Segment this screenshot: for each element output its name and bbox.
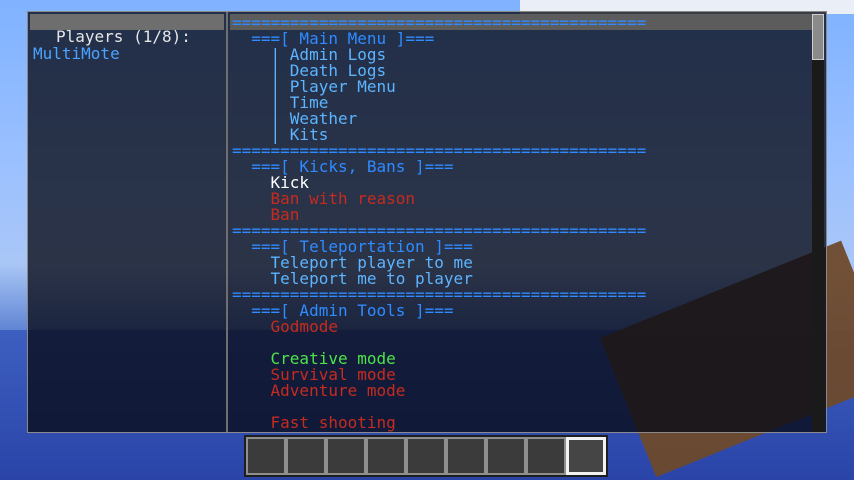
hotbar-slot[interactable] [526,437,566,475]
admin-menu-panel: Players (1/8): MultiMote ===============… [27,11,827,433]
hotbar-slot[interactable] [326,437,366,475]
players-panel: Players (1/8): MultiMote [28,12,228,432]
hotbar-slot[interactable] [406,437,446,475]
menu-item[interactable]: Fast shooting [232,415,396,431]
hotbar-slot[interactable] [366,437,406,475]
hotbar-slot[interactable] [246,437,286,475]
players-title: Players (1/8): [56,27,191,46]
menu-item[interactable]: Adventure mode [232,383,406,399]
hotbar-slot[interactable] [486,437,526,475]
hotbar-slot[interactable] [446,437,486,475]
menu-scrollbar[interactable] [812,14,824,432]
hotbar [244,435,608,477]
menu-item[interactable]: Godmode [232,319,338,335]
menu-scrollbar-thumb[interactable] [812,14,824,60]
player-entry[interactable]: MultiMote [33,46,120,62]
menu-list-panel: ========================================… [228,12,826,432]
hotbar-slot-selected[interactable] [566,437,606,475]
hotbar-slot[interactable] [286,437,326,475]
